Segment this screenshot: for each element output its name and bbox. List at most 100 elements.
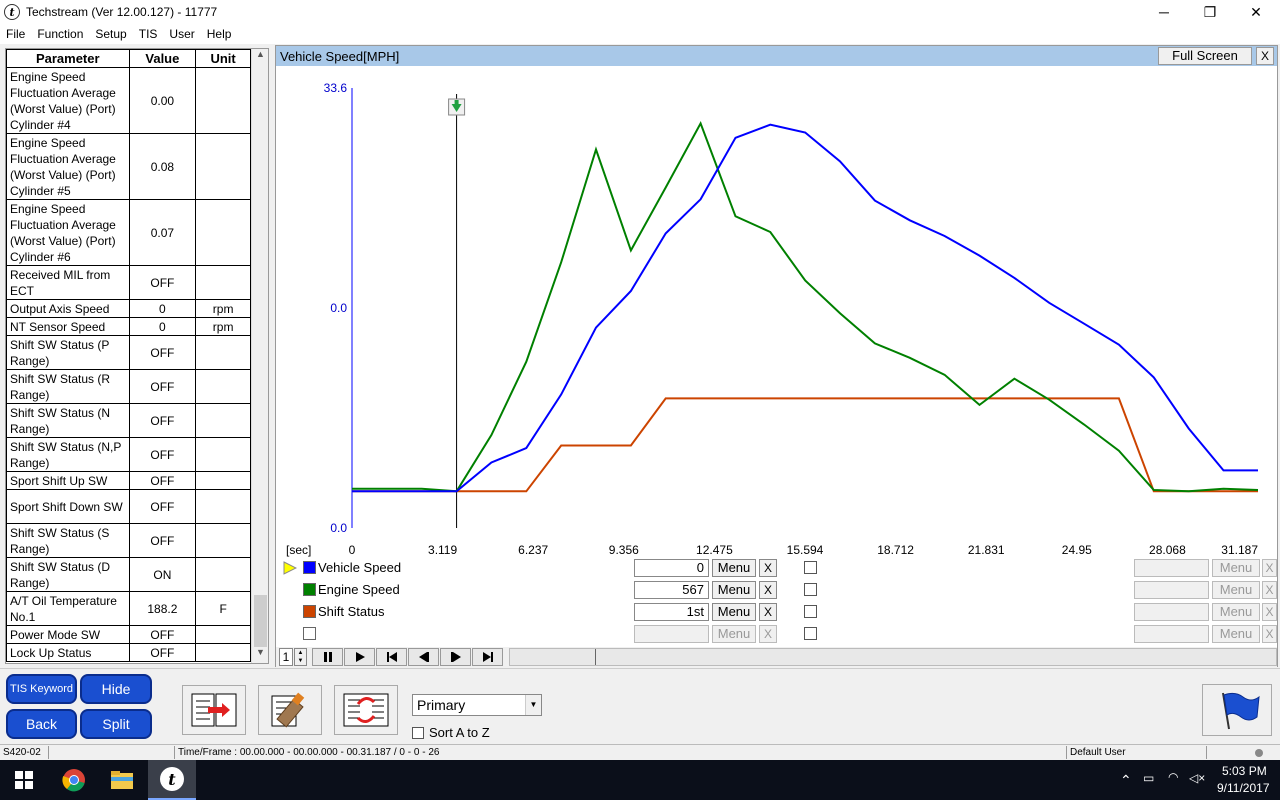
secondary-menu-button[interactable]: Menu bbox=[1212, 559, 1260, 577]
tis-keyword-button[interactable]: TIS Keyword bbox=[6, 674, 77, 704]
maximize-button[interactable]: ❐ bbox=[1187, 0, 1233, 24]
parameter-row[interactable]: Sport Shift Up SW OFF bbox=[6, 471, 251, 490]
scroll-down-arrow-icon[interactable]: ▼ bbox=[252, 647, 268, 663]
go-to-start-button[interactable] bbox=[376, 648, 407, 666]
series-name[interactable]: Vehicle Speed bbox=[318, 560, 401, 575]
select-parameters-button[interactable] bbox=[182, 685, 246, 735]
column-header-unit[interactable]: Unit bbox=[195, 49, 251, 68]
flag-button[interactable] bbox=[1202, 684, 1272, 736]
page-number-field[interactable]: 1 bbox=[279, 648, 293, 666]
series-remove-button[interactable]: X bbox=[759, 581, 777, 599]
secondary-menu-button[interactable]: Menu bbox=[1212, 581, 1260, 599]
series-name[interactable]: Engine Speed bbox=[318, 582, 400, 597]
sort-option[interactable]: Sort A to Z bbox=[412, 725, 490, 740]
timeline-slider-thumb[interactable] bbox=[595, 649, 596, 665]
menu-setup[interactable]: Setup bbox=[89, 27, 132, 41]
hide-button[interactable]: Hide bbox=[80, 674, 152, 704]
play-button[interactable] bbox=[344, 648, 375, 666]
sort-checkbox[interactable] bbox=[412, 726, 424, 739]
wifi-icon[interactable]: ◠ bbox=[1168, 770, 1178, 784]
parameter-row[interactable]: Shift SW Status (P Range) OFF bbox=[6, 335, 251, 370]
series-menu-button[interactable]: Menu bbox=[712, 581, 756, 599]
minimize-button[interactable]: ─ bbox=[1141, 0, 1187, 24]
parameter-row[interactable]: Power Mode SW OFF bbox=[6, 625, 251, 644]
menu-file[interactable]: File bbox=[0, 27, 31, 41]
parameter-row[interactable]: Output Axis Speed 0 rpm bbox=[6, 299, 251, 318]
step-forward-button[interactable] bbox=[440, 648, 471, 666]
series-name[interactable]: Shift Status bbox=[318, 604, 384, 619]
graph-group-select[interactable]: Primary ▼ bbox=[412, 694, 542, 716]
column-header-parameter[interactable]: Parameter bbox=[6, 49, 130, 68]
split-button[interactable]: Split bbox=[80, 709, 152, 739]
step-back-button[interactable] bbox=[408, 648, 439, 666]
pause-button[interactable] bbox=[312, 648, 343, 666]
secondary-menu-button[interactable]: Menu bbox=[1212, 625, 1260, 643]
parameter-row[interactable]: Shift SW Status (D Range) ON bbox=[6, 557, 251, 592]
series-value bbox=[634, 625, 709, 643]
series-remove-button[interactable]: X bbox=[759, 625, 777, 643]
parameter-value: ON bbox=[128, 557, 197, 592]
parameter-row[interactable]: A/T Oil Temperature No.1 188.2 F bbox=[6, 591, 251, 626]
secondary-value-field bbox=[1134, 559, 1209, 577]
clock-date[interactable]: 9/11/2017 bbox=[1217, 781, 1270, 795]
page-spinner-icon[interactable]: ▲ ▼ bbox=[294, 648, 307, 666]
full-screen-button[interactable]: Full Screen bbox=[1158, 47, 1252, 65]
close-graph-button[interactable]: X bbox=[1256, 47, 1274, 65]
back-button[interactable]: Back bbox=[6, 709, 77, 739]
menu-function[interactable]: Function bbox=[31, 27, 89, 41]
series-remove-button[interactable]: X bbox=[759, 559, 777, 577]
parameter-row[interactable]: Shift SW Status (S Range) OFF bbox=[6, 523, 251, 558]
clock-time[interactable]: 5:03 PM bbox=[1222, 764, 1267, 778]
parameter-name: Engine Speed Fluctuation Average (Worst … bbox=[6, 199, 130, 266]
secondary-menu-button[interactable]: Menu bbox=[1212, 603, 1260, 621]
series-checkbox[interactable] bbox=[804, 561, 817, 574]
swap-list-button[interactable] bbox=[334, 685, 398, 735]
scroll-up-arrow-icon[interactable]: ▲ bbox=[252, 49, 268, 65]
dropdown-arrow-icon[interactable]: ▼ bbox=[525, 695, 541, 715]
parameter-row[interactable]: Engine Speed Fluctuation Average (Worst … bbox=[6, 67, 251, 134]
start-button[interactable] bbox=[0, 760, 48, 800]
series-menu-button[interactable]: Menu bbox=[712, 559, 756, 577]
menu-help[interactable]: Help bbox=[201, 27, 238, 41]
series-checkbox[interactable] bbox=[804, 627, 817, 640]
chrome-taskbar-button[interactable] bbox=[50, 760, 98, 800]
series-checkbox[interactable] bbox=[804, 605, 817, 618]
series-empty-checkbox[interactable] bbox=[303, 627, 316, 640]
parameter-row[interactable]: Engine Speed Fluctuation Average (Worst … bbox=[6, 133, 251, 200]
secondary-remove-button[interactable]: X bbox=[1262, 603, 1277, 621]
parameter-row[interactable]: Lock Up Status OFF bbox=[6, 643, 251, 662]
techstream-taskbar-button[interactable]: t bbox=[148, 760, 196, 800]
volume-muted-icon[interactable]: ◁× bbox=[1189, 771, 1205, 785]
series-checkbox[interactable] bbox=[804, 583, 817, 596]
series-remove-button[interactable]: X bbox=[759, 603, 777, 621]
column-header-value[interactable]: Value bbox=[128, 49, 197, 68]
parameter-row[interactable]: Received MIL from ECT OFF bbox=[6, 265, 251, 300]
parameter-row[interactable]: Shift SW Status (R Range) OFF bbox=[6, 369, 251, 404]
scrollbar-thumb[interactable] bbox=[254, 595, 267, 647]
go-to-end-button[interactable] bbox=[472, 648, 503, 666]
series-menu-button[interactable]: Menu bbox=[712, 625, 756, 643]
timeline-slider[interactable] bbox=[509, 648, 1277, 666]
close-window-button[interactable]: ✕ bbox=[1233, 0, 1279, 24]
secondary-remove-button[interactable]: X bbox=[1262, 625, 1277, 643]
parameter-scrollbar[interactable]: ▲ ▼ bbox=[251, 49, 268, 663]
parameter-row[interactable]: Shift SW Status (N Range) OFF bbox=[6, 403, 251, 438]
show-hidden-icons-button[interactable]: ⌃ bbox=[1120, 772, 1132, 789]
parameter-row[interactable]: NT Sensor Speed 0 rpm bbox=[6, 317, 251, 336]
battery-icon[interactable]: ▭ bbox=[1143, 771, 1154, 785]
file-explorer-taskbar-button[interactable] bbox=[98, 760, 146, 800]
parameter-row[interactable]: Engine Speed Fluctuation Average (Worst … bbox=[6, 199, 251, 266]
parameter-row[interactable]: Shift SW Status (N,P Range) OFF bbox=[6, 437, 251, 472]
menu-tis[interactable]: TIS bbox=[133, 27, 164, 41]
secondary-remove-button[interactable]: X bbox=[1262, 581, 1277, 599]
series-color-swatch[interactable] bbox=[303, 583, 316, 596]
line-chart[interactable]: 33.6 0.0 0.0 [sec] 0 3.119 6.237 9.356 12.475 15.… bbox=[276, 66, 1277, 560]
series-color-swatch[interactable] bbox=[303, 561, 316, 574]
secondary-remove-button[interactable]: X bbox=[1262, 559, 1277, 577]
legend-row: Vehicle Speed 0 Menu X Menu X bbox=[276, 558, 1277, 580]
record-button[interactable] bbox=[258, 685, 322, 735]
parameter-row[interactable]: Sport Shift Down SW OFF bbox=[6, 489, 251, 524]
series-menu-button[interactable]: Menu bbox=[712, 603, 756, 621]
series-color-swatch[interactable] bbox=[303, 605, 316, 618]
menu-user[interactable]: User bbox=[163, 27, 200, 41]
